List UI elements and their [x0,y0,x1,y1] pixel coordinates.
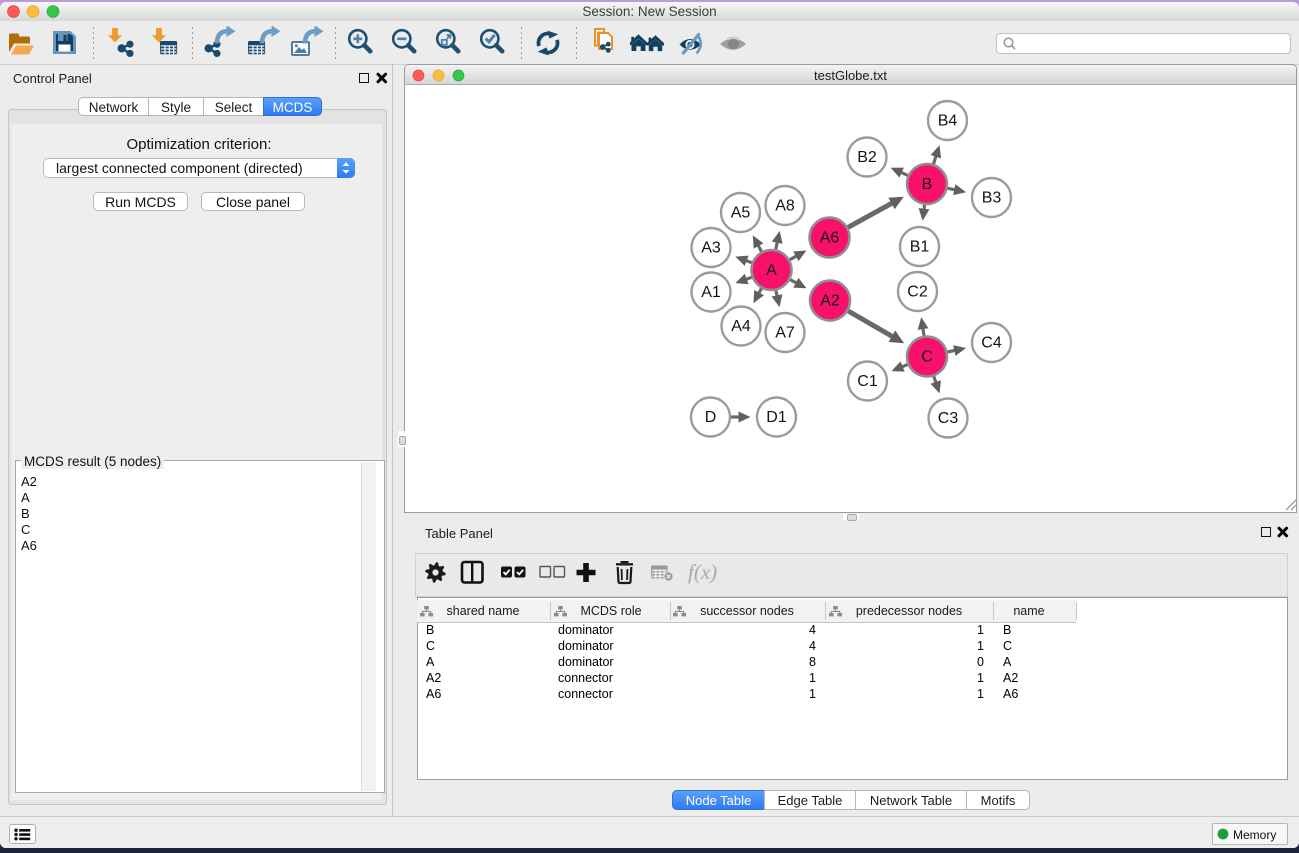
svg-text:A8: A8 [775,198,795,215]
svg-text:A4: A4 [731,318,751,335]
svg-text:D1: D1 [766,409,787,426]
svg-text:C1: C1 [857,373,878,390]
svg-text:D: D [705,409,717,426]
svg-text:A7: A7 [775,325,795,342]
svg-text:B2: B2 [857,149,877,166]
svg-text:A1: A1 [701,284,721,301]
svg-text:C4: C4 [981,335,1002,352]
svg-text:C2: C2 [907,284,928,301]
svg-text:B: B [922,176,933,193]
svg-text:A6: A6 [820,230,840,247]
svg-text:B4: B4 [938,113,958,130]
svg-text:C: C [921,349,933,366]
svg-text:A3: A3 [701,240,721,257]
svg-text:A: A [766,262,777,279]
svg-text:C3: C3 [938,410,959,427]
svg-text:A2: A2 [820,293,840,310]
svg-text:A5: A5 [731,205,751,222]
svg-text:B3: B3 [982,190,1002,207]
svg-text:B1: B1 [910,239,930,256]
